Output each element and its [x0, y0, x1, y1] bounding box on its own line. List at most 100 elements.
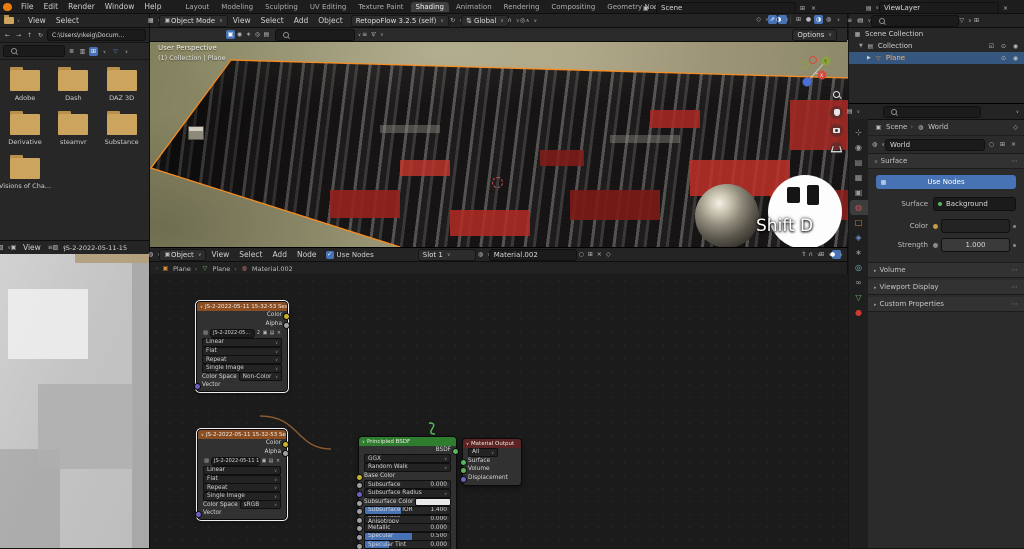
path-object-label[interactable]: Plane: [173, 265, 191, 273]
image-icon[interactable]: ▨: [202, 330, 209, 337]
sss-method-row[interactable]: Random Walk: [359, 462, 456, 472]
pin-icon[interactable]: ◇: [1011, 123, 1020, 132]
camera-view-button[interactable]: [830, 124, 843, 137]
filter-funnel-icon[interactable]: ▽: [111, 47, 120, 56]
sphere-object[interactable]: [695, 184, 759, 247]
outliner-search-input[interactable]: [871, 14, 959, 27]
interpolation-row[interactable]: Linear: [198, 465, 286, 475]
colorspace-row[interactable]: Color Space sRGB: [198, 500, 286, 510]
render-camera-icon[interactable]: ◉: [1011, 42, 1020, 51]
fake-user-icon[interactable]: ▣: [262, 330, 268, 337]
list-view-icon[interactable]: ≣: [67, 47, 76, 56]
volume-panel-header[interactable]: ▸ Volume: [868, 262, 1024, 278]
source-row[interactable]: Single Image: [197, 363, 287, 373]
tool-icon-export[interactable]: ▤: [262, 30, 271, 39]
node-principled-bsdf[interactable]: ∨Principled BSDF BSDF GGX Random Walk Ba…: [356, 436, 459, 549]
animate-decorator-icon[interactable]: [1013, 243, 1016, 247]
navigation-gizmo[interactable]: X Y: [793, 52, 837, 96]
socket-vector-in[interactable]: [195, 511, 202, 519]
tab-modeling[interactable]: Modeling: [216, 2, 258, 12]
editor-type-chevron-icon[interactable]: ∨: [14, 16, 23, 25]
expand-icon[interactable]: ▼: [859, 43, 863, 49]
image-channels-icon[interactable]: ▣: [9, 243, 18, 252]
tab-output[interactable]: ▤: [850, 155, 868, 170]
node-image-texture-2[interactable]: ∨JS-2-2022-05-11 15-32-53 Seamless-Color…: [195, 428, 289, 521]
extension-row[interactable]: Repeat: [198, 483, 286, 493]
cube-object[interactable]: [188, 126, 204, 140]
outliner-row-collection[interactable]: ▼ ▤ Collection ☑ ⊙ ◉: [849, 40, 1024, 52]
image-icon[interactable]: ▨: [203, 458, 210, 465]
file-search-input[interactable]: [3, 45, 65, 57]
viewlayer-name-field[interactable]: ViewLayer: [879, 2, 999, 14]
render-pass-icon[interactable]: ◇: [756, 15, 767, 24]
shading-rendered-icon[interactable]: ◍: [824, 15, 833, 24]
new-material-icon[interactable]: ⊞: [586, 250, 595, 259]
shader-editor-type-icon[interactable]: ◍: [148, 250, 159, 259]
use-nodes-button[interactable]: ▦ Use Nodes: [876, 175, 1016, 189]
outliner-display-mode-icon[interactable]: ≡: [847, 16, 858, 25]
path-mesh-label[interactable]: Plane: [212, 265, 230, 273]
unlink-image-icon[interactable]: ×: [276, 330, 282, 337]
tool-icon-world[interactable]: ◎: [253, 30, 262, 39]
material-slot-selector[interactable]: Slot 1: [417, 248, 476, 261]
collapse-icon[interactable]: ▶: [867, 55, 871, 61]
projection-row[interactable]: Flat: [197, 346, 287, 356]
hide-eye-icon[interactable]: ⊙: [999, 54, 1008, 63]
viewport-select-menu[interactable]: Select: [256, 16, 289, 25]
display-options-chevron-icon[interactable]: ∨: [100, 47, 109, 56]
options-button[interactable]: Options: [792, 28, 837, 41]
filter-chevron-icon[interactable]: ∨: [122, 47, 131, 56]
overlays-toggle-icon[interactable]: ◑: [776, 15, 787, 24]
hide-eye-icon[interactable]: ⊙: [999, 42, 1008, 51]
breadcrumb-world[interactable]: World: [928, 123, 948, 131]
unlink-material-icon[interactable]: ×: [595, 250, 604, 259]
shading-material-icon[interactable]: ◑: [814, 15, 823, 24]
tool-search-input[interactable]: [275, 28, 355, 41]
menu-help[interactable]: Help: [139, 2, 166, 11]
distribution-row[interactable]: GGX: [359, 454, 456, 464]
tab-physics[interactable]: ◎: [850, 260, 868, 275]
tab-sculpting[interactable]: Sculpting: [260, 2, 303, 12]
pin-icon[interactable]: ◇: [604, 250, 613, 259]
socket-displacement-in[interactable]: [460, 475, 467, 483]
image-browse-icon[interactable]: ▨: [53, 243, 64, 252]
folder-item[interactable]: steamvr: [50, 111, 96, 146]
node-material-output[interactable]: ∨Material Output All Surface Volume Disp…: [460, 438, 522, 486]
remove-viewlayer-icon[interactable]: ×: [1001, 4, 1010, 13]
image-name-field[interactable]: JS-2-2022-05...: [210, 328, 255, 338]
tab-world-active[interactable]: ◍: [849, 200, 868, 215]
open-image-icon[interactable]: ▤: [269, 330, 275, 337]
tab-shading[interactable]: Shading: [410, 1, 449, 12]
properties-editor-type-icon[interactable]: ▤: [847, 107, 858, 116]
snap-magnet-icon[interactable]: ∩: [507, 16, 518, 25]
pan-hand-button[interactable]: [830, 106, 843, 119]
socket-in[interactable]: [356, 542, 363, 549]
new-world-icon[interactable]: ⊞: [998, 140, 1007, 149]
tab-compositing[interactable]: Compositing: [546, 2, 600, 12]
zoom-button[interactable]: [830, 88, 843, 101]
viewport-add-menu[interactable]: Add: [289, 16, 314, 25]
fake-user-icon[interactable]: ○: [577, 250, 586, 259]
color-swatch-field[interactable]: [941, 219, 1010, 233]
thumbnail-view-icon[interactable]: ⊞: [89, 46, 98, 56]
unlink-world-icon[interactable]: ×: [1009, 140, 1018, 149]
new-collection-icon[interactable]: ⊞: [972, 16, 981, 25]
properties-options-chevron-icon[interactable]: ∨: [1013, 107, 1022, 116]
viewlayer-browse-icon[interactable]: ▤: [866, 4, 877, 13]
unlink-image-icon[interactable]: ×: [275, 458, 281, 465]
path-material-label[interactable]: Material.002: [252, 265, 293, 273]
tab-texture-paint[interactable]: Texture Paint: [353, 2, 408, 12]
viewport-canvas[interactable]: Shift D User Perspective (1) Collection …: [150, 40, 848, 247]
tab-constraints[interactable]: ∞: [850, 275, 868, 290]
tab-scene[interactable]: ▣: [850, 185, 868, 200]
collapse-path-icon[interactable]: ›: [156, 266, 158, 272]
shader-node-menu[interactable]: Node: [292, 250, 322, 259]
delete-scene-icon[interactable]: ×: [809, 4, 818, 13]
value-slider[interactable]: Metallic 0.000: [364, 523, 451, 533]
fake-user-icon[interactable]: ▣: [261, 458, 267, 465]
file-path-field[interactable]: C:\Users\nkeig\Docum...: [47, 29, 146, 41]
world-name-field[interactable]: World: [885, 138, 985, 151]
transform-orientation-selector[interactable]: ⇅ Global: [461, 14, 509, 27]
checkbox-icon[interactable]: ☑: [987, 42, 996, 51]
tab-modifiers[interactable]: ◈: [850, 230, 868, 245]
